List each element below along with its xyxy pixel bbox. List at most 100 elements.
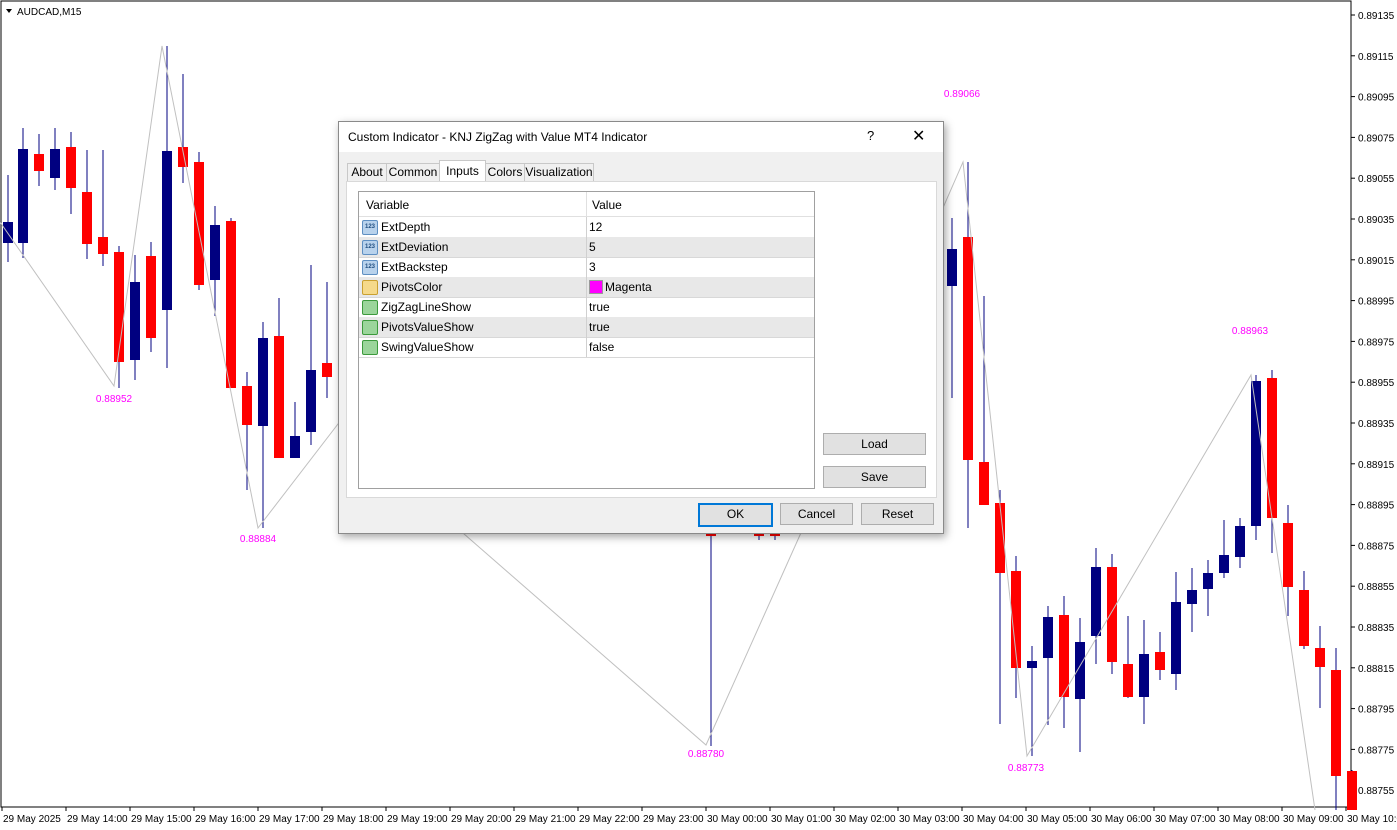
candle-body	[114, 252, 124, 362]
price-label: 0.88855	[1358, 582, 1395, 593]
table-row[interactable]: 123 ExtBackstep 3	[359, 257, 814, 278]
candle-body	[82, 192, 92, 244]
candle-body	[130, 282, 140, 360]
value-field[interactable]: false	[589, 340, 614, 354]
price-label: 0.88815	[1358, 664, 1395, 675]
candle-body	[1331, 670, 1341, 776]
price-label: 0.88835	[1358, 623, 1395, 634]
column-divider	[586, 317, 587, 337]
value-field[interactable]: true	[589, 320, 610, 334]
custom-indicator-dialog: Custom Indicator - KNJ ZigZag with Value…	[338, 121, 944, 534]
reset-button[interactable]: Reset	[861, 503, 934, 525]
candle-body	[963, 237, 973, 460]
table-row[interactable]: SwingValueShow false	[359, 337, 814, 358]
time-label: 29 May 2025	[3, 814, 61, 825]
value-field[interactable]: Magenta	[605, 280, 652, 294]
candle-body	[1123, 664, 1133, 697]
color-swatch[interactable]	[589, 280, 603, 294]
column-divider[interactable]	[586, 192, 587, 216]
price-label: 0.89055	[1358, 174, 1395, 185]
tab-common[interactable]: Common	[386, 163, 440, 182]
variable-name: ExtBackstep	[381, 260, 448, 274]
close-icon[interactable]: ✕	[912, 126, 925, 146]
dialog-title: Custom Indicator - KNJ ZigZag with Value…	[348, 130, 648, 144]
dialog-title-bar[interactable]: Custom Indicator - KNJ ZigZag with Value…	[339, 122, 943, 152]
pivot-value-label: 0.88884	[240, 534, 277, 545]
value-column-header[interactable]: Value	[592, 198, 622, 212]
time-label: 29 May 17:00	[259, 814, 320, 825]
pivot-value-label: 0.89066	[944, 89, 981, 100]
time-label: 29 May 19:00	[387, 814, 448, 825]
table-row[interactable]: 123 ExtDepth 12	[359, 217, 814, 238]
number-icon: 123	[362, 220, 378, 235]
candle-body	[979, 462, 989, 505]
time-label: 30 May 02:00	[835, 814, 896, 825]
time-label: 30 May 09:00	[1283, 814, 1344, 825]
column-divider	[586, 297, 587, 317]
price-label: 0.88755	[1358, 786, 1395, 797]
table-row[interactable]: ZigZagLineShow true	[359, 297, 814, 318]
variable-name: ExtDeviation	[381, 240, 449, 254]
value-field[interactable]: 5	[589, 240, 596, 254]
help-button[interactable]: ?	[867, 128, 874, 143]
value-field[interactable]: 12	[589, 220, 602, 234]
time-label: 30 May 04:00	[963, 814, 1024, 825]
candle-body	[1059, 615, 1069, 697]
pivot-value-label: 0.88952	[96, 394, 133, 405]
cancel-button[interactable]: Cancel	[780, 503, 853, 525]
candle-body	[66, 147, 76, 188]
price-label: 0.88775	[1358, 745, 1395, 756]
price-label: 0.89135	[1358, 11, 1395, 22]
variable-name: SwingValueShow	[381, 340, 474, 354]
time-label: 30 May 07:00	[1155, 814, 1216, 825]
column-divider	[586, 237, 587, 257]
candle-body	[98, 237, 108, 254]
time-label: 30 May 10:00	[1347, 814, 1397, 825]
price-label: 0.89095	[1358, 93, 1395, 104]
table-row[interactable]: PivotsColor Magenta	[359, 277, 814, 298]
price-label: 0.88975	[1358, 337, 1395, 348]
bool-icon	[362, 300, 378, 315]
price-label: 0.88915	[1358, 460, 1395, 471]
time-label: 30 May 05:00	[1027, 814, 1088, 825]
ok-button[interactable]: OK	[698, 503, 773, 527]
candle-body	[1139, 654, 1149, 697]
save-button[interactable]: Save	[823, 466, 926, 488]
variable-column-header[interactable]: Variable	[366, 198, 409, 212]
time-label: 29 May 23:00	[643, 814, 704, 825]
time-label: 30 May 01:00	[771, 814, 832, 825]
tab-about[interactable]: About	[347, 163, 387, 182]
table-row[interactable]: 123 ExtDeviation 5	[359, 237, 814, 258]
price-label: 0.89035	[1358, 215, 1395, 226]
candle-body	[1155, 652, 1165, 670]
price-label: 0.88935	[1358, 419, 1395, 430]
time-label: 30 May 06:00	[1091, 814, 1152, 825]
value-field[interactable]: 3	[589, 260, 596, 274]
value-field[interactable]: true	[589, 300, 610, 314]
time-label: 30 May 00:00	[707, 814, 768, 825]
price-label: 0.88955	[1358, 378, 1395, 389]
symbol-label: AUDCAD,M15	[17, 7, 82, 18]
variable-name: PivotsColor	[381, 280, 443, 294]
dropdown-icon[interactable]	[6, 9, 12, 13]
time-label: 29 May 16:00	[195, 814, 256, 825]
price-label: 0.88895	[1358, 501, 1395, 512]
candle-body	[226, 221, 236, 388]
load-button[interactable]: Load	[823, 433, 926, 455]
candle-body	[306, 370, 316, 432]
candle-body	[1235, 526, 1245, 557]
candle-body	[210, 225, 220, 280]
column-divider	[586, 257, 587, 277]
candle-body	[50, 149, 60, 178]
candle-body	[1315, 648, 1325, 667]
tab-visualization[interactable]: Visualization	[524, 163, 594, 182]
candle-body	[1283, 523, 1293, 587]
table-row[interactable]: PivotsValueShow true	[359, 317, 814, 338]
tab-colors[interactable]: Colors	[485, 163, 525, 182]
candle-body	[258, 338, 268, 426]
candle-body	[1043, 617, 1053, 658]
candle-body	[3, 222, 13, 243]
tab-inputs[interactable]: Inputs	[439, 160, 486, 181]
time-label: 30 May 03:00	[899, 814, 960, 825]
candle-body	[146, 256, 156, 338]
